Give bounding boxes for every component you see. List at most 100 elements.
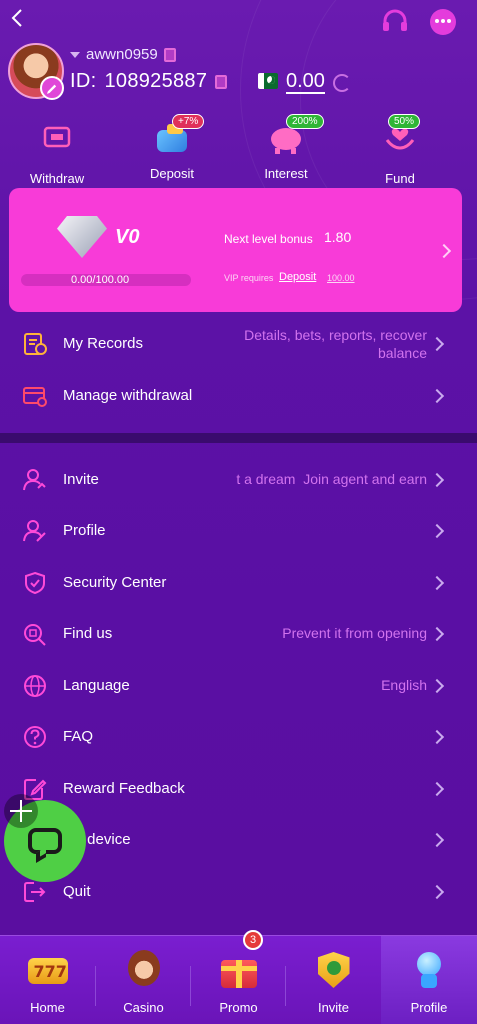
menu-row-label: Invite <box>63 471 99 488</box>
profile-icon <box>23 520 46 542</box>
invite-shield-icon <box>312 948 356 992</box>
menu-row-value: t a dream Join agent and earn <box>236 471 427 487</box>
shield-icon <box>25 571 45 595</box>
casino-girl-icon <box>122 948 166 992</box>
quick-action-fund[interactable]: 50% Fund <box>352 114 448 186</box>
vip-card[interactable]: V0 Next level bonus 1.80 0.00/100.00 VIP… <box>9 188 462 312</box>
copy-icon[interactable] <box>163 47 176 62</box>
user-id-row: ID: 108925887 <box>70 70 228 93</box>
wallet-ticket-icon <box>43 126 71 148</box>
profile-mascot-icon <box>407 948 451 992</box>
chevron-right-icon <box>429 626 445 642</box>
menu-row-label: Reward Feedback <box>63 780 185 797</box>
nav-invite[interactable]: Invite <box>286 936 381 1024</box>
menu-row-label: Manage withdrawal <box>63 387 193 404</box>
nav-label: Profile <box>410 1000 448 1015</box>
caret-down-icon[interactable] <box>70 51 80 58</box>
question-icon <box>24 726 46 748</box>
interest-rate-badge: 200% <box>286 114 324 129</box>
user-id-value: 108925887 <box>104 70 208 92</box>
menu-row-quit[interactable]: Quit <box>0 866 477 918</box>
gift-box-icon <box>217 948 261 992</box>
invite-user-icon <box>23 469 46 491</box>
vip-requires-label: VIP requires <box>224 273 274 283</box>
card-withdraw-icon <box>23 387 47 407</box>
quick-action-interest[interactable]: 200% Interest <box>238 114 334 181</box>
menu-row-invite[interactable]: Invite t a dream Join agent and earn <box>0 454 477 506</box>
quick-action-deposit[interactable]: +7% Deposit <box>124 114 220 181</box>
vip-deposit-link[interactable]: Deposit <box>279 271 316 283</box>
profile-screen: awwn0959 ID: 108925887 0.00 Withdraw +7%… <box>0 0 477 1024</box>
chevron-right-icon <box>429 472 445 488</box>
chevron-right-icon <box>429 336 445 352</box>
chevron-right-icon <box>429 729 445 745</box>
chevron-right-icon <box>429 575 445 591</box>
back-arrow-icon[interactable] <box>6 6 30 30</box>
menu-row-my-records[interactable]: My Records Details, bets, reports, recov… <box>0 318 477 370</box>
vip-level: V0 <box>115 226 140 248</box>
find-us-icon <box>24 624 46 646</box>
balance-amount: 0.00 <box>286 70 325 94</box>
copy-id-icon[interactable] <box>215 74 228 89</box>
deposit-bonus-badge: +7% <box>172 114 205 129</box>
username: awwn0959 <box>86 46 158 63</box>
chevron-right-icon <box>429 884 445 900</box>
menu-row-label: My Records <box>63 335 144 352</box>
menu-row-manage-withdrawal[interactable]: Manage withdrawal <box>0 370 477 422</box>
nav-profile[interactable]: Profile <box>381 936 477 1024</box>
chevron-right-icon <box>429 678 445 694</box>
next-level-bonus-value: 1.80 <box>324 229 352 245</box>
nav-home[interactable]: 777 Home <box>0 936 95 1024</box>
menu-row-reward-feedback[interactable]: Reward Feedback <box>0 763 477 815</box>
menu-row-label: FAQ <box>63 728 94 745</box>
nav-promo[interactable]: Promo <box>191 936 286 1024</box>
user-id-label: ID: <box>70 70 97 92</box>
nav-casino[interactable]: Casino <box>96 936 191 1024</box>
refresh-icon[interactable] <box>333 74 351 92</box>
menu-row-faq[interactable]: FAQ <box>0 711 477 763</box>
drag-move-icon[interactable] <box>4 794 38 828</box>
diamond-rank-icon <box>57 216 107 258</box>
nav-label: Home <box>30 1000 65 1015</box>
vip-deposit-amount: 100.00 <box>327 273 355 283</box>
menu-row-label: Quit <box>63 883 91 900</box>
chevron-right-icon <box>436 243 452 259</box>
menu-row-value: Details, bets, reports, recover balance <box>244 327 427 361</box>
quick-action-label: Interest <box>264 166 308 181</box>
menu-row-label: Find us <box>63 625 113 642</box>
menu-row-value: English <box>381 677 427 693</box>
pakistan-flag-icon <box>258 73 278 89</box>
records-icon <box>24 333 47 355</box>
home-777-icon: 777 <box>26 948 70 992</box>
chevron-right-icon <box>429 523 445 539</box>
menu-row-language[interactable]: Language English <box>0 660 477 712</box>
top-bar <box>0 0 477 40</box>
menu-row-find-us[interactable]: Find us Prevent it from opening <box>0 608 477 660</box>
quick-action-withdraw[interactable]: Withdraw <box>9 120 105 186</box>
chevron-right-icon <box>429 832 445 848</box>
chat-message-icon[interactable] <box>430 9 456 35</box>
quick-action-label: Deposit <box>149 166 195 181</box>
vip-progress-text: 0.00/100.00 <box>71 274 130 286</box>
nav-label: Casino <box>123 1000 164 1015</box>
globe-icon <box>24 675 46 697</box>
headset-support-icon[interactable] <box>381 9 409 35</box>
menu-row-label: Language <box>63 677 130 694</box>
nav-label: Invite <box>317 1000 350 1015</box>
promo-count-badge: 3 <box>243 930 263 950</box>
menu-row-value: Prevent it from opening <box>282 625 427 641</box>
section-divider <box>0 433 477 443</box>
fund-rate-badge: 50% <box>388 114 421 129</box>
menu-row-label: Security Center <box>63 574 167 591</box>
logout-icon <box>24 882 46 902</box>
nav-label: Promo <box>219 1000 258 1015</box>
next-level-bonus-label: Next level bonus <box>224 232 313 246</box>
bottom-nav: 777 Home Casino Promo Invite Profile <box>0 935 477 1024</box>
chevron-right-icon <box>429 388 445 404</box>
edit-pencil-icon[interactable] <box>40 76 64 100</box>
menu-row-profile[interactable]: Profile <box>0 505 477 557</box>
quick-action-label: Withdraw <box>29 171 85 186</box>
menu-row-security-center[interactable]: Security Center <box>0 557 477 609</box>
quick-action-label: Fund <box>385 171 415 186</box>
username-row: awwn0959 <box>70 46 176 63</box>
